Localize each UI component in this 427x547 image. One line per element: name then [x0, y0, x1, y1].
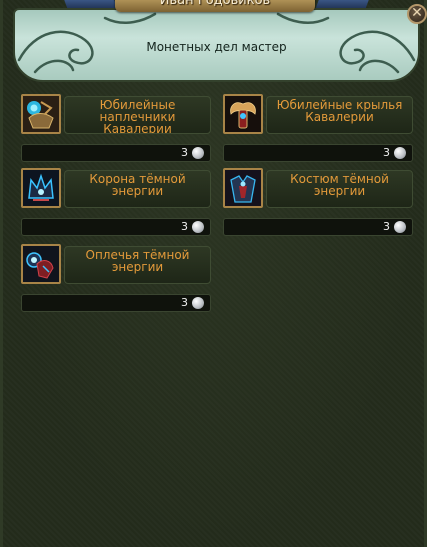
dark-costume-icon[interactable]	[223, 168, 263, 208]
item-price-bar: 3	[223, 218, 413, 236]
item-price-bar: 3	[223, 144, 413, 162]
item-price-bar: 3	[21, 294, 211, 312]
shop-item-header[interactable]: Костюм тёмной энергии	[223, 168, 413, 210]
wings-icon[interactable]	[223, 94, 263, 134]
shop-item-header[interactable]: Юбилейные крылья Кавалерии	[223, 94, 413, 136]
item-name-box: Юбилейные наплечники Кавалерии	[64, 96, 211, 134]
merchant-banner: Монетных дел мастер	[13, 8, 420, 82]
item-price-bar: 3	[21, 144, 211, 162]
item-price: 3	[383, 220, 390, 233]
silver-coin-icon	[192, 221, 204, 233]
item-price: 3	[181, 220, 188, 233]
item-name: Юбилейные крылья Кавалерии	[276, 98, 403, 124]
close-button[interactable]: ✕	[407, 4, 427, 24]
item-name-box: Костюм тёмной энергии	[266, 170, 413, 208]
silver-coin-icon	[394, 147, 406, 159]
merchant-subtitle: Монетных дел мастер	[146, 40, 287, 54]
shop-item-header[interactable]: Оплечья тёмной энергии	[21, 244, 211, 286]
item-name: Корона тёмной энергии	[89, 172, 186, 198]
close-icon: ✕	[411, 5, 423, 21]
silver-coin-icon	[192, 297, 204, 309]
item-price-bar: 3	[21, 218, 211, 236]
item-name: Оплечья тёмной энергии	[85, 248, 190, 274]
item-name-box: Юбилейные крылья Кавалерии	[266, 96, 413, 134]
item-name-box: Корона тёмной энергии	[64, 170, 211, 208]
item-name: Юбилейные наплечники Кавалерии	[99, 98, 176, 134]
shoulder-armor-icon[interactable]	[21, 94, 61, 134]
item-name: Костюм тёмной энергии	[290, 172, 389, 198]
silver-coin-icon	[192, 147, 204, 159]
item-price: 3	[181, 296, 188, 309]
shop-item-header[interactable]: Юбилейные наплечники Кавалерии	[21, 94, 211, 136]
item-price: 3	[181, 146, 188, 159]
item-name-box: Оплечья тёмной энергии	[64, 246, 211, 284]
window-title: Иван Годовиков	[159, 0, 271, 8]
merchant-window: Монетных дел мастер Иван Годовиков ✕ Юби…	[0, 0, 427, 547]
item-price: 3	[383, 146, 390, 159]
window-title-tab: Иван Годовиков	[115, 0, 315, 12]
shop-item-header[interactable]: Корона тёмной энергии	[21, 168, 211, 210]
dark-pauldrons-icon[interactable]	[21, 244, 61, 284]
silver-coin-icon	[394, 221, 406, 233]
dark-crown-icon[interactable]	[21, 168, 61, 208]
